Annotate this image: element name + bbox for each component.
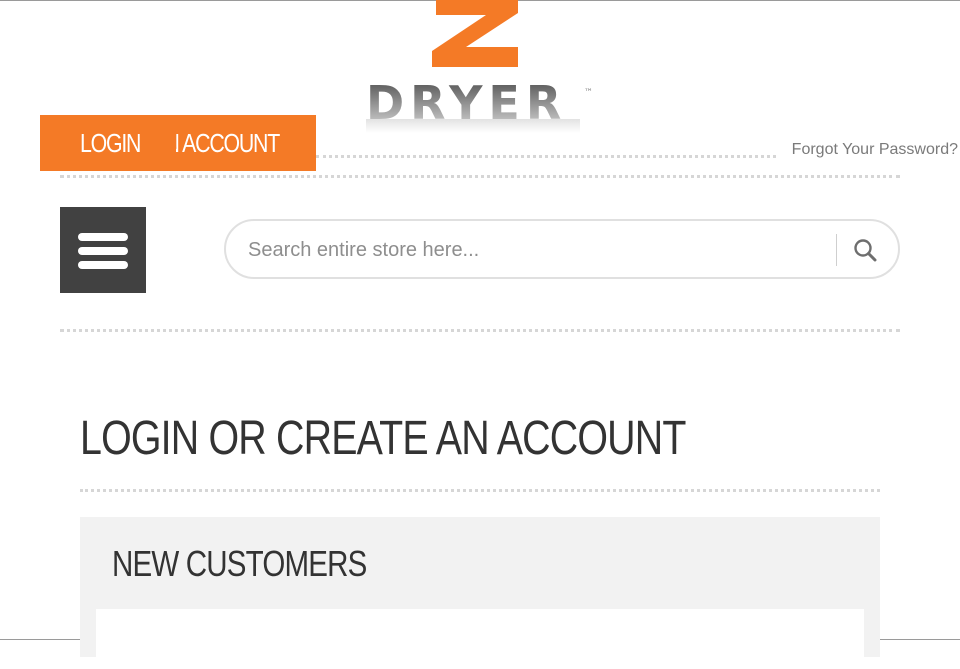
header-divider-top <box>316 155 776 158</box>
auth-tab-bar: LOGIN N ACCOUNT <box>40 115 316 171</box>
zdryer-logo[interactable]: DRYER ™ <box>362 0 602 135</box>
create-account-tab[interactable]: N ACCOUNT <box>176 115 291 171</box>
search-button[interactable] <box>846 231 886 271</box>
new-customers-content <box>96 609 864 669</box>
new-customers-panel: NEW CUSTOMERS <box>80 517 880 669</box>
hamburger-menu-icon <box>78 233 128 241</box>
logo-image: DRYER ™ <box>366 0 593 133</box>
svg-text:™: ™ <box>584 88 593 98</box>
menu-button[interactable] <box>60 207 146 293</box>
new-customers-heading: NEW CUSTOMERS <box>112 543 367 584</box>
search-bar <box>224 219 900 279</box>
title-divider <box>80 489 880 492</box>
page-title: LOGIN OR CREATE AN ACCOUNT <box>80 412 686 465</box>
search-icon <box>854 239 877 262</box>
search-input[interactable] <box>246 233 830 267</box>
login-tab[interactable]: LOGIN <box>80 115 141 171</box>
header-divider <box>60 175 900 178</box>
toolbar-divider <box>60 329 900 332</box>
search-separator <box>836 234 837 266</box>
forgot-password-link[interactable]: Forgot Your Password? <box>792 141 958 159</box>
